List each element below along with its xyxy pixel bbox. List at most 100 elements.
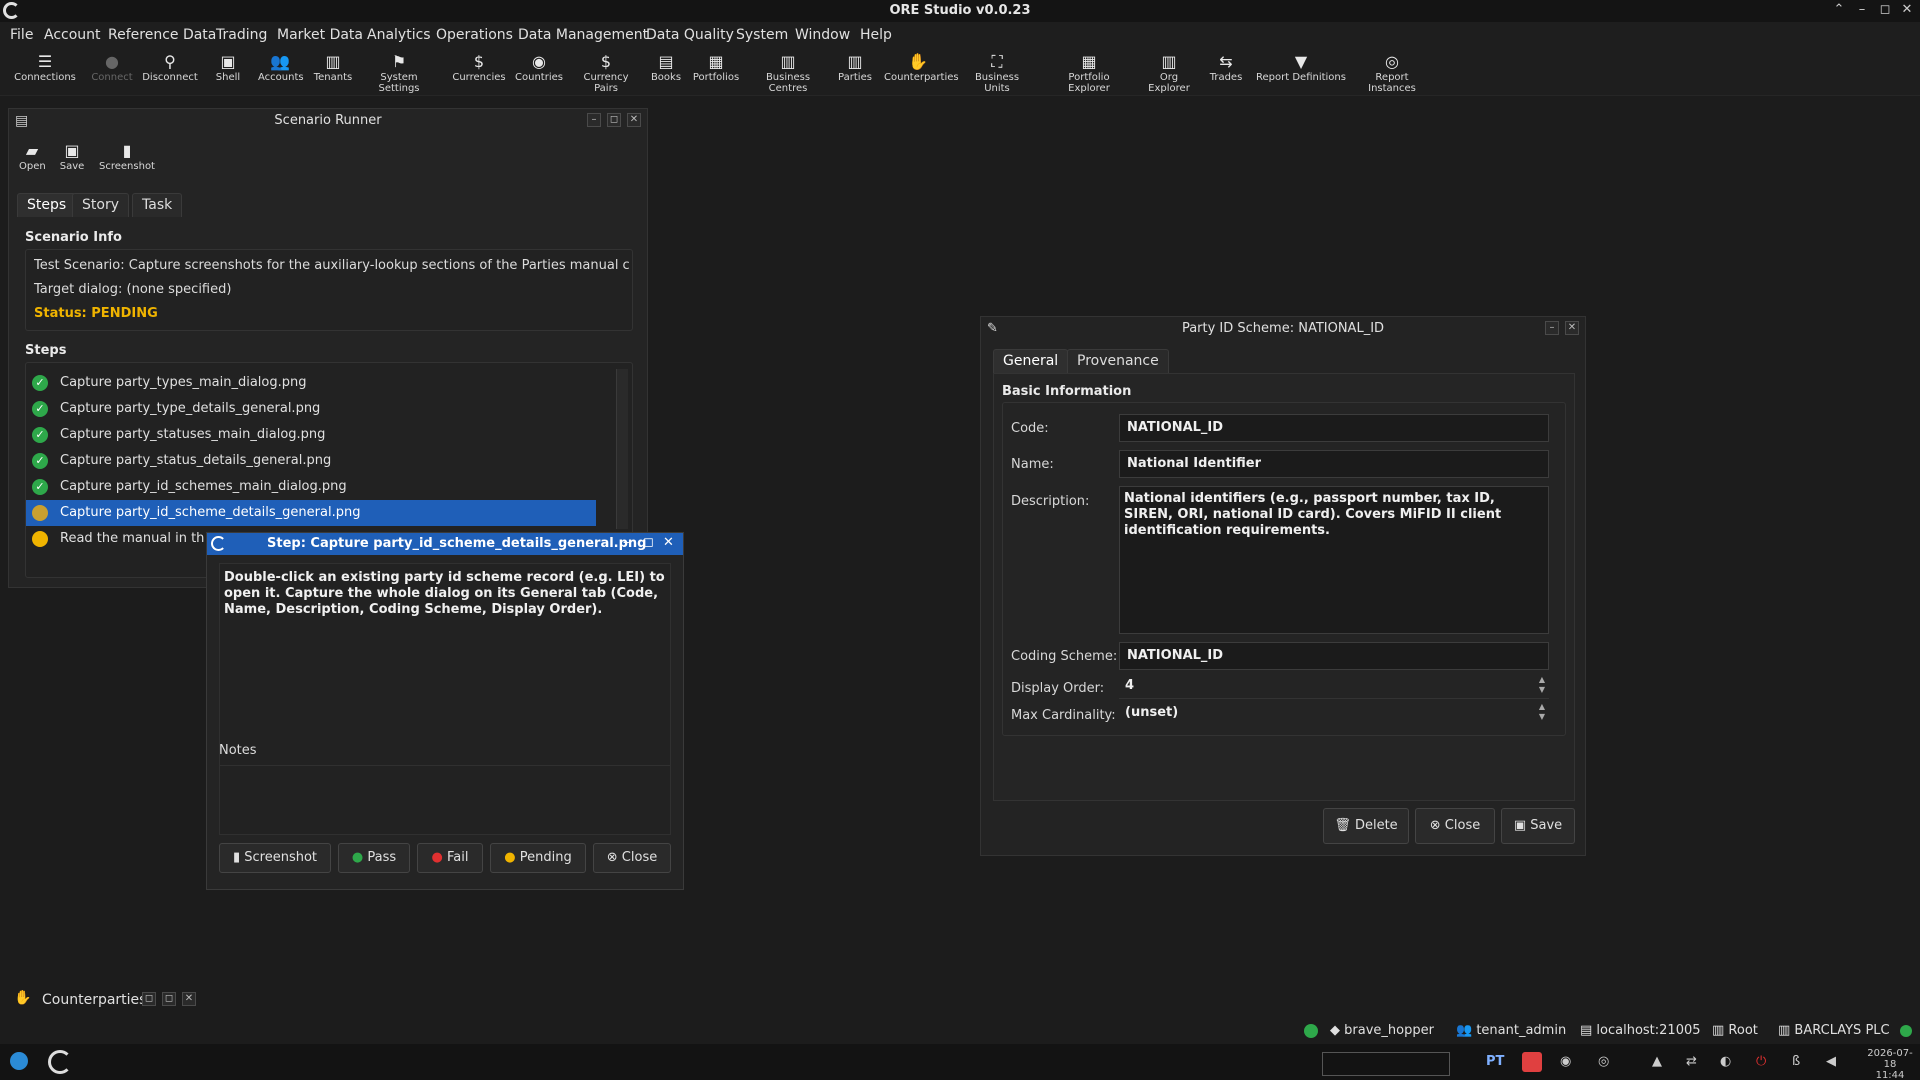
- spin-arrows-icon[interactable]: ▲ ▼: [1539, 702, 1545, 722]
- window-minimize-button[interactable]: –: [1853, 2, 1871, 17]
- steps-scrollbar[interactable]: [616, 369, 628, 529]
- clock[interactable]: 2026-07-18 11:44: [1862, 1048, 1918, 1080]
- ore-tray-icon[interactable]: ◎: [1598, 1054, 1609, 1069]
- toolbar-shell-button[interactable]: ▣ Shell: [212, 52, 244, 83]
- toolbar-org-explorer-button[interactable]: ▥ Org Explorer: [1138, 52, 1200, 94]
- start-menu-icon[interactable]: [10, 1052, 28, 1070]
- toolbar-connections-button[interactable]: ☰ Connections: [14, 52, 76, 83]
- step-item-selected[interactable]: Capture party_id_scheme_details_general.…: [26, 500, 596, 526]
- step-item[interactable]: ✓ Capture party_types_main_dialog.png: [26, 370, 632, 396]
- spin-arrows-icon[interactable]: ▲ ▼: [1539, 675, 1545, 695]
- menu-trading[interactable]: Trading: [216, 27, 267, 43]
- building-icon: ▥: [780, 52, 796, 71]
- workspace-pager[interactable]: [1322, 1052, 1450, 1076]
- code-field[interactable]: NATIONAL_ID: [1119, 414, 1549, 442]
- toolbar-counterparties-button[interactable]: ✋ Counterparties: [884, 52, 959, 83]
- toolbar-parties-button[interactable]: ▥ Parties: [836, 52, 874, 83]
- scenario-open-button[interactable]: ▰ Open: [19, 141, 46, 172]
- lock-icon[interactable]: ▲: [1652, 1054, 1662, 1069]
- pending-icon: [32, 531, 48, 547]
- toolbar-report-instances-button[interactable]: ◎ Report Instances: [1354, 52, 1430, 94]
- delete-button[interactable]: 🗑 Delete: [1323, 808, 1409, 844]
- toolbar-countries-button[interactable]: ◉ Countries: [515, 52, 563, 83]
- window-expand-icon[interactable]: ⌃: [1830, 2, 1848, 17]
- window-maximize-button[interactable]: ◻: [1876, 2, 1894, 17]
- party-dialog-minimize-button[interactable]: –: [1545, 321, 1559, 335]
- counterparties-close-button[interactable]: ✕: [182, 992, 196, 1006]
- toolbar-disconnect-button[interactable]: ⚲ Disconnect: [142, 52, 198, 83]
- tab-task[interactable]: Task: [132, 193, 183, 217]
- tab-general[interactable]: General: [993, 349, 1069, 373]
- keyboard-layout[interactable]: PT: [1486, 1054, 1504, 1069]
- scenario-screenshot-button[interactable]: ▮ Screenshot: [99, 141, 155, 172]
- toolbar-portfolios-button[interactable]: ▦ Portfolios: [692, 52, 740, 83]
- menu-help[interactable]: Help: [860, 27, 892, 43]
- power-icon[interactable]: ⏻: [1756, 1054, 1766, 1069]
- menu-bar: File Account Reference Data Trading Mark…: [0, 22, 1920, 48]
- close-button[interactable]: ⊗ Close: [1415, 808, 1495, 844]
- step-item[interactable]: ✓ Capture party_statuses_main_dialog.png: [26, 422, 632, 448]
- menu-analytics[interactable]: Analytics: [367, 27, 431, 43]
- step-item[interactable]: ✓ Capture party_type_details_general.png: [26, 396, 632, 422]
- network-icon[interactable]: ⇄: [1686, 1054, 1697, 1069]
- toolbar-portfolio-explorer-button[interactable]: ▦ Portfolio Explorer: [1050, 52, 1128, 94]
- menu-file[interactable]: File: [10, 27, 33, 43]
- menu-data-management[interactable]: Data Management: [518, 27, 648, 43]
- counterparties-maximize-button[interactable]: ◻: [162, 992, 176, 1006]
- step-item[interactable]: ✓ Capture party_id_schemes_main_dialog.pn…: [26, 474, 632, 500]
- party-dialog-close-button[interactable]: ✕: [1565, 321, 1579, 335]
- menu-operations[interactable]: Operations: [436, 27, 513, 43]
- step-item[interactable]: ✓ Capture party_status_details_general.pn…: [26, 448, 632, 474]
- steam-icon[interactable]: ◐: [1720, 1054, 1731, 1069]
- toolbar-system-settings-button[interactable]: ⚑ System Settings: [362, 52, 436, 94]
- scenario-save-button[interactable]: ▣ Save: [59, 141, 85, 172]
- toolbar-business-centres-button[interactable]: ▥ Business Centres: [750, 52, 826, 94]
- ore-studio-task-icon[interactable]: [48, 1050, 72, 1074]
- toolbar-tenants-button[interactable]: ▥ Tenants: [312, 52, 354, 83]
- tab-steps[interactable]: Steps: [17, 193, 77, 217]
- display-order-spinbox[interactable]: 4 ▲ ▼: [1119, 675, 1549, 699]
- dialog-minimize-button[interactable]: –: [623, 535, 630, 550]
- description-textarea[interactable]: National identifiers (e.g., passport num…: [1119, 486, 1549, 634]
- menu-reference-data[interactable]: Reference Data: [108, 27, 216, 43]
- max-cardinality-spinbox[interactable]: (unset) ▲ ▼: [1119, 702, 1549, 726]
- tab-story[interactable]: Story: [72, 193, 129, 217]
- save-button[interactable]: ▣ Save: [1501, 808, 1575, 844]
- counterparties-panel[interactable]: ✋ Counterparties ◻ ◻ ✕: [12, 988, 202, 1012]
- toolbar-accounts-button[interactable]: 👥 Accounts: [258, 52, 304, 83]
- menu-data-quality[interactable]: Data Quality: [646, 27, 734, 43]
- volume-icon[interactable]: ◀: [1826, 1054, 1836, 1069]
- discord-icon[interactable]: ◉: [1560, 1054, 1571, 1069]
- toolbar-business-units-button[interactable]: ⛶ Business Units: [964, 52, 1030, 94]
- bluetooth-icon[interactable]: ß: [1792, 1054, 1800, 1069]
- menu-account[interactable]: Account: [44, 27, 101, 43]
- window-close-button[interactable]: ✕: [1898, 2, 1916, 17]
- check-icon: ✓: [32, 453, 48, 469]
- toolbar-currency-pairs-button[interactable]: $ Currency Pairs: [572, 52, 640, 94]
- dialog-maximize-button[interactable]: ◻: [643, 535, 654, 550]
- menu-system[interactable]: System: [736, 27, 788, 43]
- step-screenshot-button[interactable]: ▮ Screenshot: [219, 843, 331, 873]
- pending-button[interactable]: ● Pending: [490, 843, 586, 873]
- coding-scheme-field[interactable]: NATIONAL_ID: [1119, 642, 1549, 670]
- tab-provenance[interactable]: Provenance: [1067, 349, 1169, 373]
- tenant-icon: 👥: [1456, 1023, 1477, 1038]
- counterparties-restore-button[interactable]: ◻: [142, 992, 156, 1006]
- name-field[interactable]: National Identifier: [1119, 450, 1549, 478]
- menu-market-data[interactable]: Market Data: [277, 27, 363, 43]
- toolbar-connect-button[interactable]: ● Connect: [88, 52, 136, 83]
- toolbar-report-definitions-button[interactable]: ▼ Report Definitions: [1256, 52, 1346, 83]
- fail-button[interactable]: ● Fail: [417, 843, 483, 873]
- menu-window[interactable]: Window: [795, 27, 850, 43]
- git-icon[interactable]: [1522, 1052, 1542, 1072]
- toolbar-currencies-button[interactable]: $ Currencies: [452, 52, 506, 83]
- panel-float-button[interactable]: ◻: [607, 113, 621, 127]
- step-close-button[interactable]: ⊗ Close: [593, 843, 671, 873]
- pass-button[interactable]: ● Pass: [338, 843, 410, 873]
- toolbar-books-button[interactable]: ▤ Books: [648, 52, 684, 83]
- toolbar-trades-button[interactable]: ⇆ Trades: [1208, 52, 1244, 83]
- notes-textarea[interactable]: [219, 765, 671, 835]
- dialog-close-icon[interactable]: ✕: [663, 535, 674, 550]
- panel-close-button[interactable]: ✕: [627, 113, 641, 127]
- panel-minimize-button[interactable]: –: [587, 113, 601, 127]
